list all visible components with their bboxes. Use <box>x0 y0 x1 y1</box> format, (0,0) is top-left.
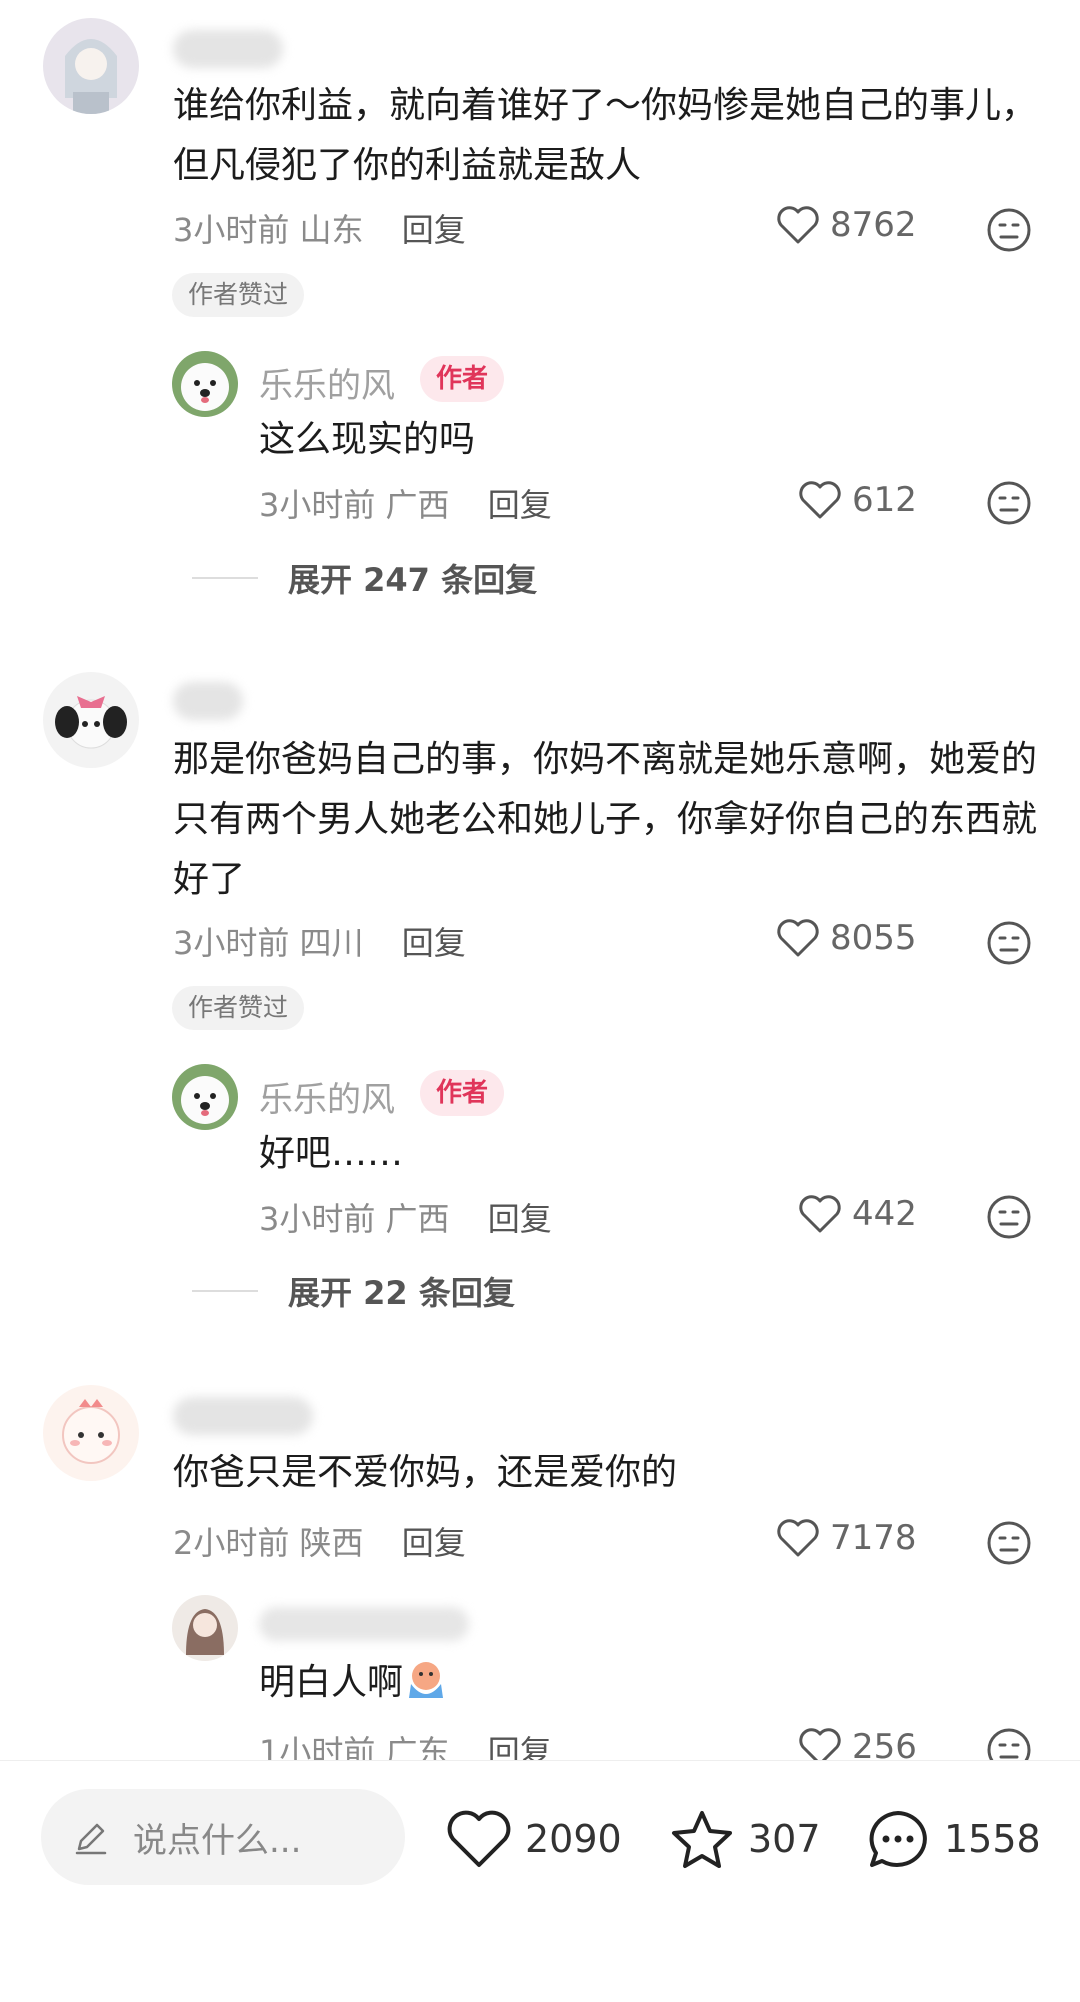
reply-button[interactable]: 回复 <box>402 924 466 962</box>
post-comment-count: 1558 <box>944 1817 1041 1861</box>
reply-button[interactable]: 回复 <box>488 1733 552 1760</box>
reply-time: 3小时前 <box>259 486 376 524</box>
reply-text-content: 明白人啊 <box>259 1662 404 1703</box>
avatar[interactable] <box>43 1385 139 1481</box>
star-post-button[interactable]: 307 <box>668 1807 821 1871</box>
heart-icon <box>777 206 819 244</box>
meh-face-icon <box>987 208 1031 252</box>
avatar[interactable] <box>43 18 139 114</box>
like-count: 612 <box>852 480 917 520</box>
meh-face-icon <box>987 1728 1031 1760</box>
reply-location: 广东 <box>385 1733 450 1760</box>
reply-button[interactable]: 回复 <box>402 1524 466 1562</box>
chat-bubble-icon <box>869 1811 927 1867</box>
like-button[interactable]: 8055 <box>776 918 917 958</box>
meh-face-icon <box>987 1521 1031 1565</box>
username-obscured <box>173 1397 313 1435</box>
divider <box>192 1290 258 1292</box>
bottom-action-bar: 说点什么... 2090 307 1558 <box>0 1760 1080 2002</box>
comment-location: 陕西 <box>299 1524 364 1562</box>
like-count: 8762 <box>830 205 917 245</box>
reply-username-obscured <box>259 1607 469 1641</box>
like-count: 8055 <box>830 918 917 958</box>
dislike-button[interactable] <box>986 480 1032 526</box>
comment-input-placeholder: 说点什么... <box>133 1820 302 1861</box>
expand-replies-button[interactable]: 展开 22 条回复 <box>192 1268 515 1314</box>
dislike-button[interactable] <box>986 920 1032 966</box>
comment-input[interactable]: 说点什么... <box>41 1789 405 1885</box>
dislike-button[interactable] <box>986 1727 1032 1760</box>
reply-avatar[interactable] <box>172 1064 238 1130</box>
comment-meta: 3小时前 山东 回复 <box>173 205 466 251</box>
dislike-button[interactable] <box>986 207 1032 253</box>
meh-face-icon <box>987 1195 1031 1239</box>
heart-icon <box>799 1195 841 1233</box>
comment-feed: 谁给你利益，就向着谁好了～你妈惨是她自己的事儿，但凡侵犯了你的利益就是敌人 3小… <box>0 0 1080 1760</box>
expand-replies-button[interactable]: 展开 247 条回复 <box>192 555 537 601</box>
author-badge: 作者 <box>420 1070 505 1116</box>
reply-time: 1小时前 <box>259 1733 376 1760</box>
reply-username[interactable]: 乐乐的风 <box>259 1072 395 1121</box>
reply-button[interactable]: 回复 <box>488 1200 552 1238</box>
username-obscured <box>173 682 243 720</box>
reply-location: 广西 <box>385 486 450 524</box>
comment-text: 谁给你利益，就向着谁好了～你妈惨是她自己的事儿，但凡侵犯了你的利益就是敌人 <box>173 85 1038 186</box>
reply-text: 好吧…… <box>259 1133 404 1174</box>
author-liked-badge: 作者赞过 <box>172 273 305 317</box>
reply-text: 这么现实的吗 <box>259 419 476 460</box>
heart-icon <box>777 1519 819 1557</box>
post-like-count: 2090 <box>525 1817 622 1861</box>
dislike-button[interactable] <box>986 1520 1032 1566</box>
reply-time: 3小时前 <box>259 1200 376 1238</box>
comment-text: 那是你爸妈自己的事，你妈不离就是她乐意啊，她爱的只有两个男人她老公和她儿子，你拿… <box>173 739 1038 900</box>
reply-username[interactable]: 乐乐的风 <box>259 358 395 407</box>
like-count: 256 <box>852 1727 917 1760</box>
heart-icon <box>447 1810 511 1867</box>
comment-location: 四川 <box>299 924 364 962</box>
comment-location: 山东 <box>299 211 364 249</box>
heart-icon <box>777 919 819 957</box>
reply-meta: 3小时前 广西 回复 <box>259 1194 552 1240</box>
post-star-count: 307 <box>748 1817 821 1861</box>
like-button[interactable]: 8762 <box>776 205 917 245</box>
reply-avatar[interactable] <box>172 351 238 417</box>
comment-text: 你爸只是不爱你妈，还是爱你的 <box>173 1452 678 1493</box>
heart-icon <box>799 481 841 519</box>
divider <box>192 577 258 579</box>
like-button[interactable]: 442 <box>798 1194 917 1234</box>
like-count: 442 <box>852 1194 917 1234</box>
comment-time: 3小时前 <box>173 211 290 249</box>
reply-avatar[interactable] <box>172 1595 238 1661</box>
meh-face-icon <box>987 921 1031 965</box>
crying-emoji-icon <box>409 1662 444 1698</box>
reply-meta: 3小时前 广西 回复 <box>259 480 552 526</box>
comment-time: 2小时前 <box>173 1524 290 1562</box>
reply-button[interactable]: 回复 <box>402 211 466 249</box>
like-button[interactable]: 256 <box>798 1727 917 1760</box>
expand-label: 展开 247 条回复 <box>288 561 538 599</box>
like-post-button[interactable]: 2090 <box>445 1807 622 1871</box>
meh-face-icon <box>987 481 1031 525</box>
like-button[interactable]: 612 <box>798 480 917 520</box>
star-icon <box>672 1811 732 1868</box>
reply-location: 广西 <box>385 1200 450 1238</box>
username-obscured <box>173 30 283 68</box>
reply-button[interactable]: 回复 <box>488 486 552 524</box>
comment-meta: 2小时前 陕西 回复 <box>173 1518 466 1564</box>
avatar[interactable] <box>43 672 139 768</box>
heart-icon <box>799 1728 841 1760</box>
reply-text: 明白人啊 <box>259 1653 1039 1713</box>
like-button[interactable]: 7178 <box>776 1518 917 1558</box>
comment-post-button[interactable]: 1558 <box>864 1807 1041 1871</box>
comment-time: 3小时前 <box>173 924 290 962</box>
comment-meta: 3小时前 四川 回复 <box>173 918 466 964</box>
author-liked-badge: 作者赞过 <box>172 986 305 1030</box>
author-badge: 作者 <box>420 356 505 402</box>
expand-label: 展开 22 条回复 <box>288 1274 515 1312</box>
dislike-button[interactable] <box>986 1194 1032 1240</box>
reply-meta: 1小时前 广东 回复 <box>259 1727 552 1760</box>
pencil-icon <box>75 1823 107 1855</box>
like-count: 7178 <box>830 1518 917 1558</box>
